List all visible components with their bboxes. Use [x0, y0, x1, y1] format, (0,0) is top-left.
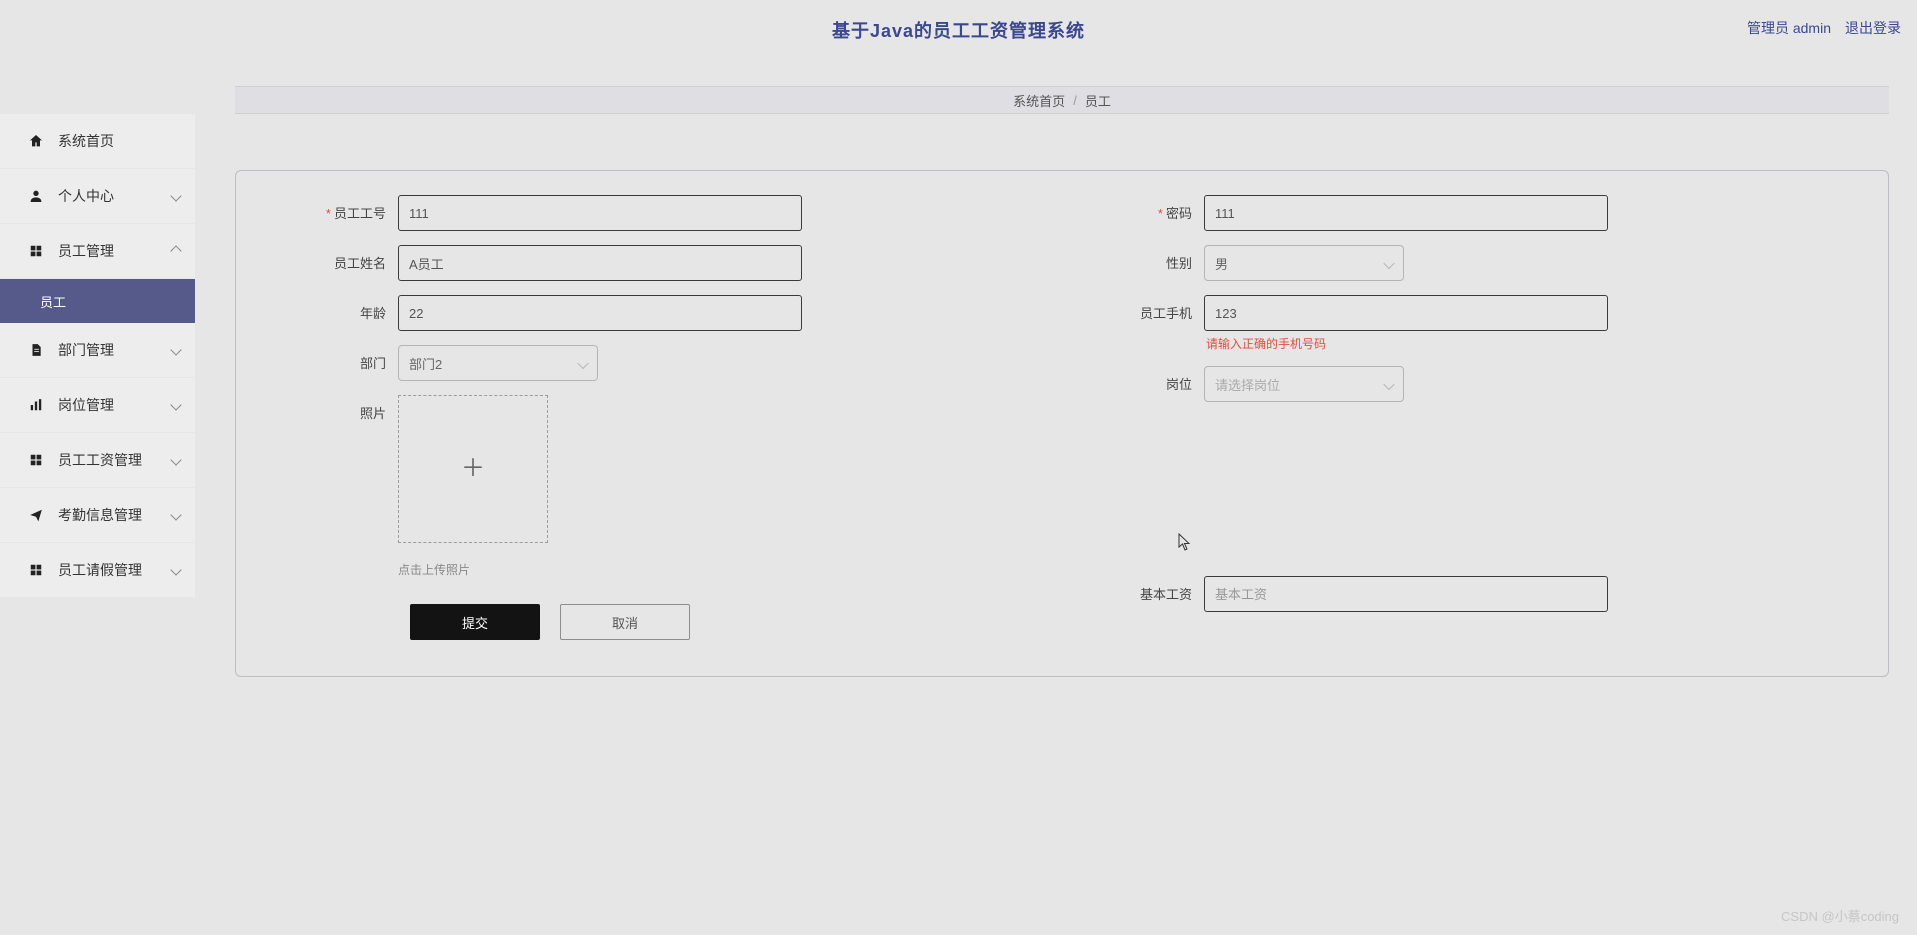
sidebar-item-label: 员工管理 [58, 241, 114, 261]
password-input[interactable] [1204, 195, 1608, 231]
logout-link[interactable]: 退出登录 [1845, 18, 1901, 38]
plus-icon: ＋ [461, 457, 485, 481]
breadcrumb-separator: / [1073, 93, 1077, 108]
dept-select-value: 部门2 [409, 354, 442, 373]
sidebar-item-label: 个人中心 [58, 186, 114, 206]
age-input[interactable] [398, 295, 802, 331]
breadcrumb: 系统首页 / 员工 [235, 86, 1889, 114]
chevron-down-icon [171, 345, 181, 355]
admin-link[interactable]: 管理员 admin [1747, 18, 1831, 38]
sidebar-item-label: 员工工资管理 [58, 450, 142, 470]
chevron-up-icon [171, 246, 181, 256]
grid-icon [26, 244, 46, 258]
photo-upload-hint: 点击上传照片 [398, 561, 548, 578]
photo-upload[interactable]: ＋ [398, 395, 548, 543]
submit-button[interactable]: 提交 [410, 604, 540, 640]
breadcrumb-home[interactable]: 系统首页 [1013, 91, 1065, 110]
sidebar-item-employee-mgmt[interactable]: 员工管理 [0, 224, 195, 278]
chevron-down-icon [579, 356, 587, 371]
chevron-down-icon [171, 455, 181, 465]
gender-select[interactable]: 男 [1204, 245, 1404, 281]
cancel-button[interactable]: 取消 [560, 604, 690, 640]
chevron-down-icon [171, 510, 181, 520]
label-dept: 部门 [268, 345, 398, 372]
sidebar-item-label: 岗位管理 [58, 395, 114, 415]
chevron-down-icon [1385, 377, 1393, 392]
person-icon [26, 188, 46, 204]
sidebar-item-label: 部门管理 [58, 340, 114, 360]
sidebar-sub-employee[interactable]: 员工 [0, 279, 195, 323]
label-phone: 员工手机 [1074, 295, 1204, 322]
watermark: CSDN @小蔡coding [1781, 906, 1899, 925]
label-base-salary: 基本工资 [1074, 576, 1204, 603]
sidebar-item-label: 系统首页 [58, 131, 114, 151]
bars-icon [26, 398, 46, 412]
header-user-area: 管理员 admin 退出登录 [1747, 18, 1901, 38]
sidebar-item-home[interactable]: 系统首页 [0, 114, 195, 168]
employee-form-card: *员工工号 员工姓名 年龄 [235, 170, 1889, 677]
sidebar-sub-label: 员工 [40, 292, 66, 311]
grid-icon [26, 563, 46, 577]
label-position: 岗位 [1074, 366, 1204, 393]
sidebar-item-attendance-mgmt[interactable]: 考勤信息管理 [0, 488, 195, 542]
label-photo: 照片 [268, 395, 398, 422]
position-select-placeholder: 请选择岗位 [1215, 375, 1280, 394]
app-header: 基于Java的员工工资管理系统 管理员 admin 退出登录 [0, 0, 1917, 60]
base-salary-input[interactable] [1204, 576, 1608, 612]
label-gender: 性别 [1074, 245, 1204, 272]
sidebar-item-leave-mgmt[interactable]: 员工请假管理 [0, 543, 195, 597]
label-emp-id: *员工工号 [268, 195, 398, 222]
sidebar-item-salary-mgmt[interactable]: 员工工资管理 [0, 433, 195, 487]
gender-select-value: 男 [1215, 254, 1228, 273]
label-password: *密码 [1074, 195, 1204, 222]
file-icon [26, 342, 46, 358]
label-emp-name: 员工姓名 [268, 245, 398, 272]
main-content: 系统首页 / 员工 *员工工号 员工姓名 [195, 60, 1917, 677]
dept-select[interactable]: 部门2 [398, 345, 598, 381]
chevron-down-icon [1385, 256, 1393, 271]
sidebar-item-position-mgmt[interactable]: 岗位管理 [0, 378, 195, 432]
app-title: 基于Java的员工工资管理系统 [832, 17, 1085, 43]
phone-error-message: 请输入正确的手机号码 [1206, 335, 1608, 352]
emp-name-input[interactable] [398, 245, 802, 281]
chevron-down-icon [171, 400, 181, 410]
send-icon [26, 508, 46, 522]
position-select[interactable]: 请选择岗位 [1204, 366, 1404, 402]
grid-icon [26, 453, 46, 467]
sidebar-item-personal[interactable]: 个人中心 [0, 169, 195, 223]
emp-id-input[interactable] [398, 195, 802, 231]
chevron-down-icon [171, 565, 181, 575]
sidebar-item-dept-mgmt[interactable]: 部门管理 [0, 323, 195, 377]
sidebar-item-label: 员工请假管理 [58, 560, 142, 580]
home-icon [26, 133, 46, 149]
sidebar-item-label: 考勤信息管理 [58, 505, 142, 525]
label-age: 年龄 [268, 295, 398, 322]
breadcrumb-current: 员工 [1085, 91, 1111, 110]
chevron-down-icon [171, 191, 181, 201]
sidebar: 系统首页 个人中心 员工管理 员工 部门管理 [0, 60, 195, 677]
phone-input[interactable] [1204, 295, 1608, 331]
